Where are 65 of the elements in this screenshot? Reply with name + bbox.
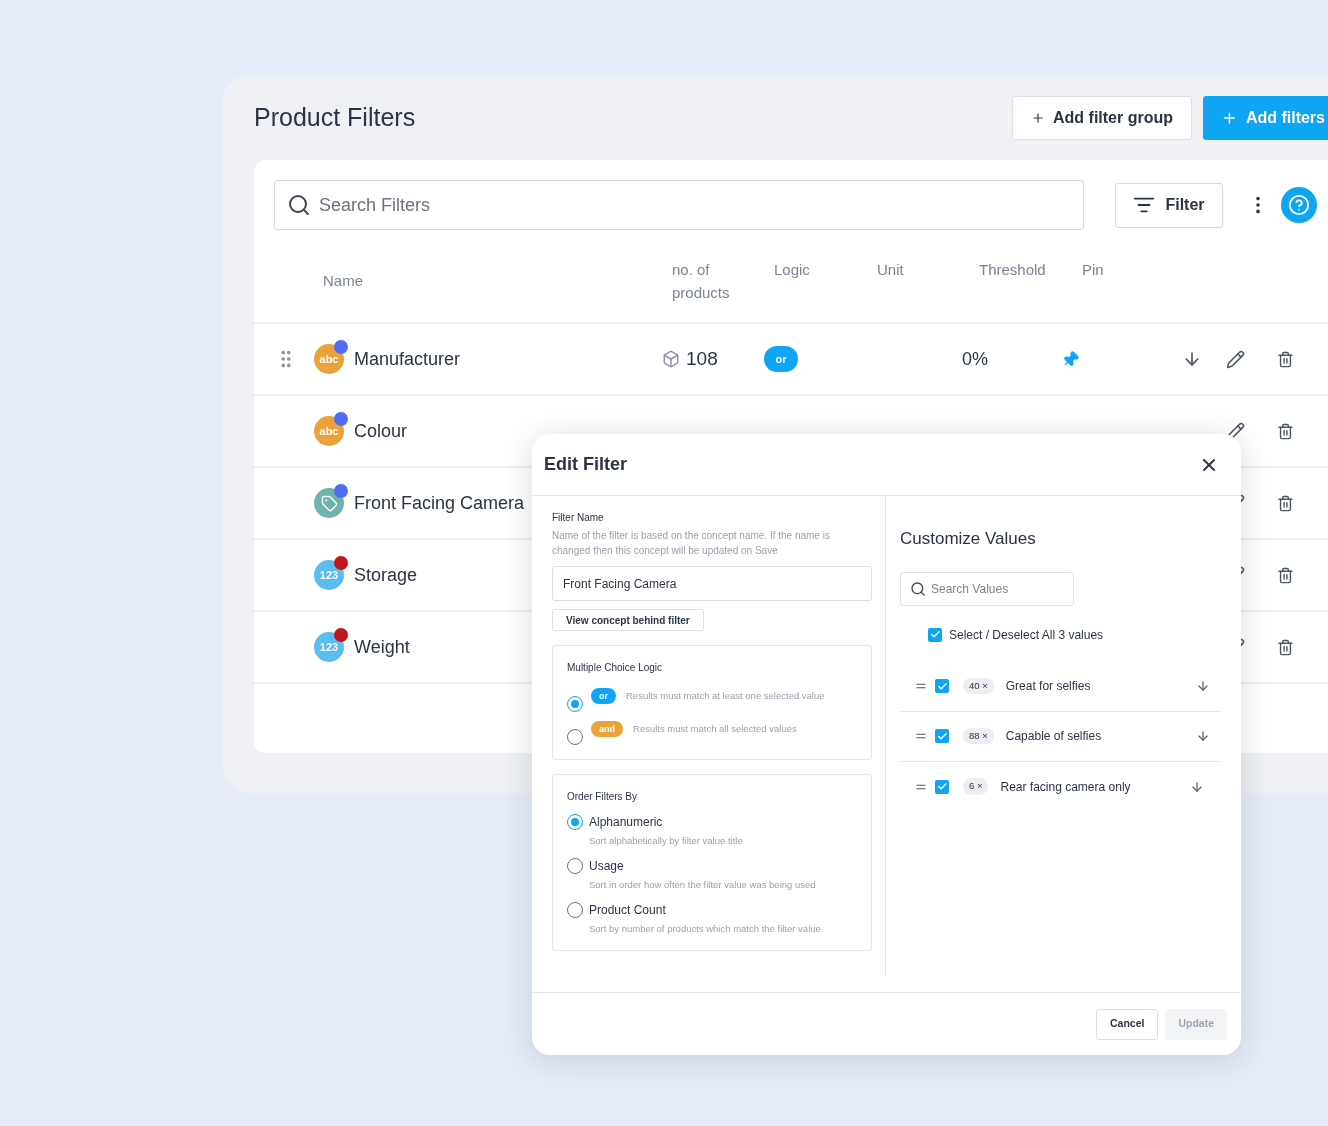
help-icon[interactable] <box>1281 187 1317 223</box>
filter-name: Storage <box>354 564 418 585</box>
field-help-text: Name of the filter is based on the concept name. If the name is changed then this concept will be updated on Save <box>552 529 831 558</box>
sort-down-icon[interactable] <box>1195 729 1210 743</box>
count-badge: 6 × <box>963 778 989 795</box>
logic-badge: or <box>591 688 616 704</box>
order-option-description: Sort alphabetically by filter value title <box>589 834 743 848</box>
delete-icon[interactable] <box>1277 350 1294 368</box>
cube-icon <box>662 350 680 368</box>
column-header: Logic <box>774 260 811 280</box>
threshold-value: 0% <box>962 347 989 371</box>
checkbox[interactable] <box>935 779 949 794</box>
logic-badge: or <box>764 346 798 373</box>
value-label: Rear facing camera only <box>1000 778 1132 796</box>
order-option-label: Usage <box>589 858 625 875</box>
column-header: Unit <box>877 260 905 280</box>
column-header: Pin <box>1082 260 1105 280</box>
sort-down-icon[interactable] <box>1195 679 1210 693</box>
section-title: Multiple Choice Logic <box>567 661 664 675</box>
delete-icon[interactable] <box>1277 494 1294 512</box>
section-title: Customize Values <box>900 528 1037 550</box>
product-count: 108 <box>686 346 718 371</box>
delete-icon[interactable] <box>1277 566 1294 584</box>
filter-name: Weight <box>354 636 410 657</box>
count-badge: 88 × <box>963 727 994 745</box>
search-field[interactable]: Search Filters <box>274 180 1084 230</box>
field-label: Filter Name <box>552 511 605 525</box>
view-concept-button[interactable]: View concept behind filter <box>552 609 704 631</box>
add-filter-group-button[interactable]: Add filter group <box>1012 96 1192 140</box>
section-title: Order Filters By <box>567 790 638 804</box>
checkbox[interactable] <box>935 729 949 743</box>
select-all-label: Select / Deselect All 3 values <box>949 626 1104 644</box>
logic-option-text: and Results must match all selected values <box>591 720 797 738</box>
edit-icon[interactable] <box>1226 349 1245 369</box>
logic-badge: and <box>591 721 623 737</box>
filter-name-field[interactable]: Front Facing Camera <box>552 566 872 601</box>
filter-button[interactable]: Filter <box>1115 182 1223 228</box>
search-input[interactable]: Search Filters <box>319 191 1071 219</box>
count-badge: 40 × <box>963 677 994 695</box>
checkbox[interactable] <box>935 679 949 693</box>
column-header: no. of products <box>672 260 731 303</box>
filter-name: Manufacturer <box>354 348 461 369</box>
search-icon <box>287 193 311 217</box>
search-values-input[interactable]: Search Values <box>931 579 1061 598</box>
order-option-label: Alphanumeric <box>589 814 664 831</box>
dialog-title: Edit Filter <box>544 453 627 476</box>
checkbox[interactable] <box>928 627 942 642</box>
order-option-description: Sort in order how often the filter value was being used <box>589 878 816 892</box>
value-label: Capable of selfies <box>1005 728 1103 745</box>
dialog-button[interactable]: Cancel <box>1095 1008 1159 1040</box>
tag-icon <box>320 494 338 512</box>
page-title: Product Filters <box>254 102 417 134</box>
column-header: Name <box>323 271 364 291</box>
table-row[interactable]: abc Manufacturer 108 or 0% <box>254 324 1328 396</box>
filter-name: Front Facing Camera <box>354 492 525 513</box>
filter-name: Colour <box>354 420 408 441</box>
logic-option-text: or Results must match at least one selected value <box>591 687 825 705</box>
column-header: Threshold <box>979 260 1047 280</box>
delete-icon[interactable] <box>1277 422 1294 440</box>
delete-icon[interactable] <box>1277 638 1294 656</box>
search-icon <box>910 580 926 597</box>
order-option-description: Sort by number of products which match the filter value <box>589 922 821 936</box>
search-values-field[interactable]: Search Values <box>900 571 1074 606</box>
value-label: Great for selfies <box>1005 678 1092 695</box>
order-option-label: Product Count <box>589 902 667 919</box>
